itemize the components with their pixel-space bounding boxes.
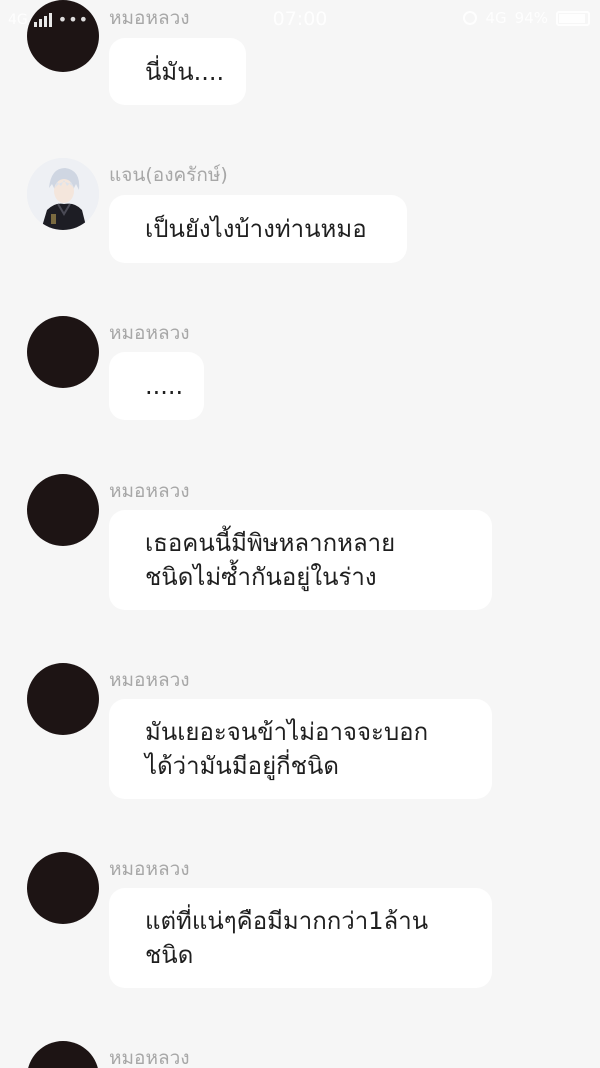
message-bubble[interactable]: เธอคนนี้มีพิษหลากหลาย ชนิดไม่ซ้ำกันอยู่ใ…: [109, 510, 492, 610]
sender-name: หมอหลวง: [109, 1047, 190, 1068]
message-text: นี่มัน....: [145, 57, 225, 86]
alarm-icon: [463, 11, 478, 25]
avatar[interactable]: [27, 158, 99, 230]
sender-name: หมอหลวง: [109, 858, 190, 880]
message-text: ชนิดไม่ซ้ำกันอยู่ในร่าง: [145, 563, 377, 591]
avatar[interactable]: [27, 663, 99, 735]
avatar[interactable]: [27, 852, 99, 924]
network-label: 4G: [8, 11, 28, 28]
avatar[interactable]: [27, 316, 99, 388]
message-bubble[interactable]: นี่มัน....: [109, 38, 246, 105]
message-bubble[interactable]: .....: [109, 352, 204, 420]
status-left: 4G •••: [8, 10, 89, 29]
battery-icon: [556, 10, 590, 26]
battery-level: 94%: [514, 9, 548, 27]
message-text: เป็นยังไงบ้างท่านหมอ: [145, 215, 367, 243]
message-bubble[interactable]: เป็นยังไงบ้างท่านหมอ: [109, 195, 407, 263]
message-text: มันเยอะจนข้าไม่อาจจะบอก: [145, 718, 429, 746]
avatar[interactable]: [27, 1041, 99, 1068]
status-bar: 4G ••• 07:00 4G 94%: [0, 0, 600, 40]
more-dots: •••: [57, 10, 90, 29]
chat-screen: 4G ••• 07:00 4G 94% หมอหลวง นี่มัน.... แ…: [0, 0, 600, 1068]
sender-name: หมอหลวง: [109, 322, 190, 344]
status-time: 07:00: [272, 8, 328, 30]
signal-icon: [33, 12, 52, 27]
status-right: 4G 94%: [463, 9, 590, 27]
sender-name: หมอหลวง: [109, 669, 190, 691]
sender-name: แจน(องครักษ์): [109, 164, 228, 186]
message-text: เธอคนนี้มีพิษหลากหลาย: [145, 529, 396, 557]
message-text: ชนิด: [145, 941, 194, 969]
anime-character-avatar-icon: [27, 158, 99, 230]
message-text: ได้ว่ามันมีอยู่กี่ชนิด: [145, 752, 339, 780]
message-text: .....: [145, 372, 184, 400]
sender-name: หมอหลวง: [109, 480, 190, 502]
message-text: แต่ที่แน่ๆคือมีมากกว่า1ล้าน: [145, 907, 429, 935]
message-bubble[interactable]: แต่ที่แน่ๆคือมีมากกว่า1ล้าน ชนิด: [109, 888, 492, 988]
message-bubble[interactable]: มันเยอะจนข้าไม่อาจจะบอก ได้ว่ามันมีอยู่ก…: [109, 699, 492, 799]
network-right-label: 4G: [485, 9, 507, 27]
avatar[interactable]: [27, 474, 99, 546]
